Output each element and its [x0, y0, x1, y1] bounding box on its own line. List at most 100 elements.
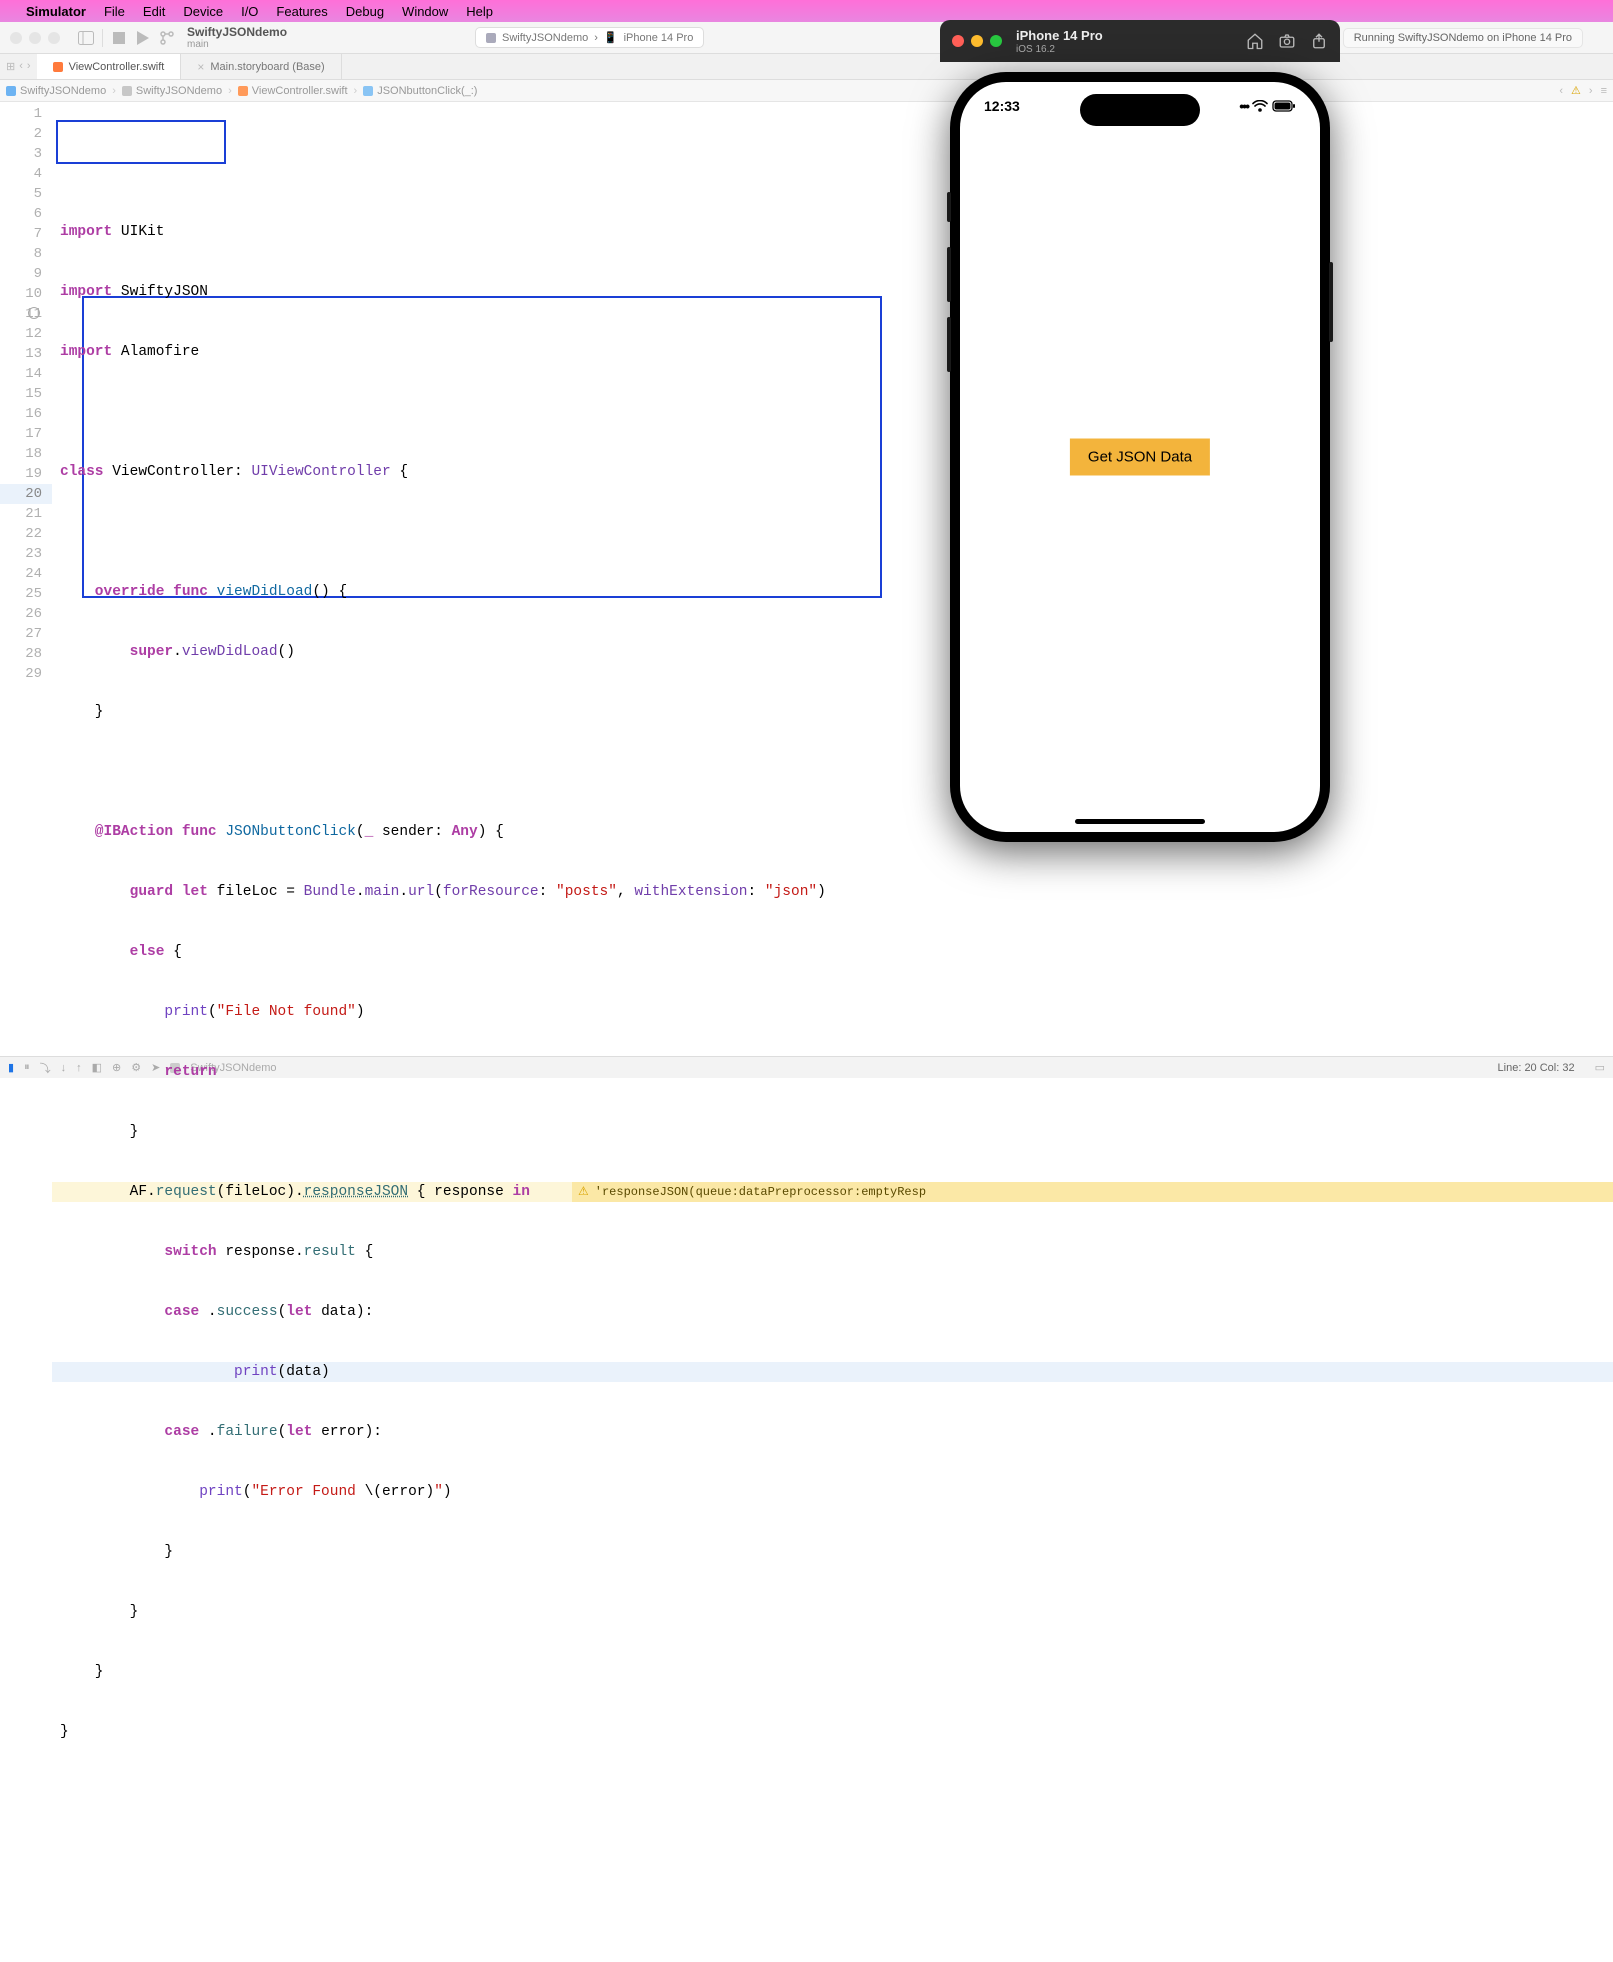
- sim-max-button[interactable]: [990, 35, 1002, 47]
- chevron-right-icon: ›: [352, 85, 360, 97]
- code-line: }: [52, 702, 1613, 722]
- mute-switch: [947, 192, 951, 222]
- line-number: 24: [0, 564, 52, 584]
- line-number: 15: [0, 384, 52, 404]
- menu-file[interactable]: File: [104, 4, 125, 19]
- line-number: 16: [0, 404, 52, 424]
- code-line-current: print(data): [52, 1362, 1613, 1382]
- power-button: [1329, 262, 1333, 342]
- jb-file[interactable]: ViewController.swift: [252, 85, 348, 97]
- debug-pause-icon[interactable]: ⏸: [24, 1061, 30, 1074]
- chevron-right-icon: ›: [110, 85, 118, 97]
- toolbar-separator: [102, 29, 103, 47]
- tab-grid-icon[interactable]: ⊞: [6, 60, 15, 73]
- warning-triangle-icon: ⚠︎: [578, 1182, 589, 1202]
- tl-min[interactable]: [29, 32, 41, 44]
- home-indicator[interactable]: [1075, 819, 1205, 824]
- line-number: 26: [0, 604, 52, 624]
- inline-warning[interactable]: ⚠︎ 'responseJSON(queue:dataPreprocessor:…: [572, 1182, 1613, 1202]
- code-content[interactable]: import UIKit import SwiftyJSON import Al…: [52, 102, 1613, 1056]
- jb-project[interactable]: SwiftyJSONdemo: [20, 85, 106, 97]
- line-number: 5: [0, 184, 52, 204]
- sim-close-button[interactable]: [952, 35, 964, 47]
- device-frame: 12:33 ••• Get JSON Data: [950, 72, 1330, 842]
- menu-features[interactable]: Features: [276, 4, 327, 19]
- home-icon[interactable]: [1246, 32, 1264, 50]
- scheme-branch: main: [187, 39, 287, 50]
- chevron-right-icon: ›: [226, 85, 234, 97]
- line-number: 14: [0, 364, 52, 384]
- tab-storyboard[interactable]: × Main.storyboard (Base): [181, 54, 341, 79]
- device-screen[interactable]: 12:33 ••• Get JSON Data: [960, 82, 1320, 832]
- editor-options-icon[interactable]: ≡: [1601, 85, 1607, 97]
- wifi-icon: [1252, 100, 1268, 112]
- code-line: }: [52, 1542, 1613, 1562]
- menu-device[interactable]: Device: [183, 4, 223, 19]
- line-number: 12: [0, 324, 52, 344]
- ibaction-indicator-icon[interactable]: [28, 307, 40, 319]
- editor-tabbar: ⊞ ‹ › ViewController.swift × Main.storyb…: [0, 54, 1613, 80]
- tab-viewcontroller[interactable]: ViewController.swift: [37, 54, 182, 79]
- run-destination[interactable]: SwiftyJSONdemo › 📱 iPhone 14 Pro: [475, 27, 704, 48]
- code-line: }: [52, 1122, 1613, 1142]
- stop-button-icon[interactable]: [111, 30, 127, 46]
- activity-status: Running SwiftyJSONdemo on iPhone 14 Pro: [1343, 28, 1583, 48]
- line-number: 9: [0, 264, 52, 284]
- close-icon[interactable]: ×: [197, 60, 204, 74]
- menu-help[interactable]: Help: [466, 4, 493, 19]
- code-line: [52, 1902, 1613, 1922]
- nav-fwd-icon[interactable]: ›: [27, 60, 31, 73]
- line-number: 20: [0, 484, 52, 504]
- target-app-icon: [486, 33, 496, 43]
- tl-close[interactable]: [10, 32, 22, 44]
- line-number: 22: [0, 524, 52, 544]
- status-time: 12:33: [984, 98, 1020, 114]
- screenshot-icon[interactable]: [1278, 32, 1296, 50]
- menu-io[interactable]: I/O: [241, 4, 258, 19]
- sim-min-button[interactable]: [971, 35, 983, 47]
- scheme-branch-icon[interactable]: [159, 30, 175, 46]
- debug-stepover-icon[interactable]: ⤵: [40, 1060, 51, 1076]
- jump-bar[interactable]: SwiftyJSONdemo › SwiftyJSONdemo › ViewCo…: [0, 80, 1613, 102]
- share-icon[interactable]: [1310, 32, 1328, 50]
- line-number: 28: [0, 644, 52, 664]
- code-line-with-warning: AF.request(fileLoc).responseJSON { respo…: [52, 1182, 1613, 1202]
- xcode-toolbar: SwiftyJSONdemo main SwiftyJSONdemo › 📱 i…: [0, 22, 1613, 54]
- menu-edit[interactable]: Edit: [143, 4, 165, 19]
- scheme-selector[interactable]: SwiftyJSONdemo main: [187, 25, 287, 50]
- menubar-app-name[interactable]: Simulator: [26, 4, 86, 19]
- project-icon: [6, 86, 16, 96]
- code-editor[interactable]: 1 2 3 4 5 6 7 8 9 10 11 12 13 14 15 16 1…: [0, 102, 1613, 1056]
- line-number: 17: [0, 424, 52, 444]
- line-number: 27: [0, 624, 52, 644]
- code-line: }: [52, 1662, 1613, 1682]
- menu-debug[interactable]: Debug: [346, 4, 384, 19]
- code-line: case .failure(let error):: [52, 1422, 1613, 1442]
- jb-symbol[interactable]: JSONbuttonClick(_:): [377, 85, 477, 97]
- code-line: class ViewController: UIViewController {: [52, 462, 1613, 482]
- simulator-device-name: iPhone 14 Pro: [1016, 28, 1103, 43]
- get-json-data-button[interactable]: Get JSON Data: [1070, 439, 1210, 476]
- annotation-imports-box: [56, 120, 226, 164]
- line-number: 29: [0, 664, 52, 684]
- debug-breakpoints-icon[interactable]: ▮: [8, 1061, 14, 1074]
- jb-folder[interactable]: SwiftyJSONdemo: [136, 85, 222, 97]
- line-number: 1: [0, 104, 52, 124]
- nav-back-small-icon[interactable]: ‹: [1559, 85, 1563, 97]
- line-number: 3: [0, 144, 52, 164]
- menu-window[interactable]: Window: [402, 4, 448, 19]
- run-button-icon[interactable]: [135, 30, 151, 46]
- nav-fwd-small-icon[interactable]: ›: [1589, 85, 1593, 97]
- simulator-window: iPhone 14 Pro iOS 16.2 12:33 •••: [940, 20, 1340, 842]
- code-line: switch response.result {: [52, 1242, 1613, 1262]
- warning-indicator-icon[interactable]: ⚠︎: [1571, 84, 1581, 97]
- sidebar-toggle-icon[interactable]: [78, 30, 94, 46]
- line-number: 19: [0, 464, 52, 484]
- battery-icon: [1272, 100, 1296, 112]
- nav-back-icon[interactable]: ‹: [19, 60, 23, 73]
- line-number: 7: [0, 224, 52, 244]
- tl-max[interactable]: [48, 32, 60, 44]
- tab-label-active: ViewController.swift: [69, 61, 165, 73]
- simulator-titlebar[interactable]: iPhone 14 Pro iOS 16.2: [940, 20, 1340, 62]
- line-number: 4: [0, 164, 52, 184]
